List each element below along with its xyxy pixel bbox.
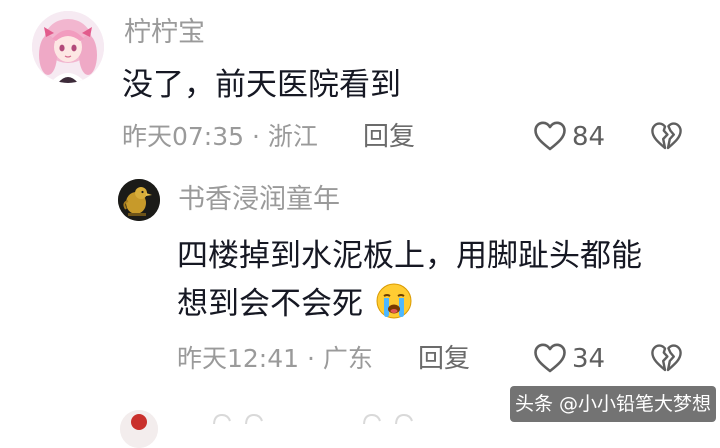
reply-time-location: 昨天12:41 · 广东 [177, 344, 373, 373]
like-count: 34 [572, 344, 606, 374]
reply-content-line2: 想到会不会死 [177, 280, 413, 334]
crying-face-emoji [375, 282, 413, 334]
partial-heart-row [356, 410, 446, 424]
broken-heart-icon[interactable] [650, 343, 682, 373]
heart-outline-icon[interactable] [533, 342, 567, 374]
avatar[interactable] [118, 179, 160, 221]
avatar-partial-image [120, 410, 158, 448]
like-count: 84 [572, 122, 606, 152]
reply-content-line1: 四楼掉到水泥板上，用脚趾头都能 [177, 238, 642, 274]
reply-button[interactable]: 回复 [418, 343, 470, 375]
avatar-anime-girl-image [32, 11, 104, 83]
partial-heart-row [206, 410, 296, 424]
comment-content: 没了，前天医院看到 [122, 67, 401, 103]
comment-time-location: 昨天07:35 · 浙江 [122, 122, 318, 151]
avatar[interactable] [32, 11, 104, 83]
avatar-bird-image [118, 179, 160, 221]
watermark: 头条 @小小铅笔大梦想 [510, 386, 716, 422]
reply-content-text: 想到会不会死 [177, 286, 363, 322]
reply-username[interactable]: 书香浸润童年 [178, 183, 340, 217]
comment-username[interactable]: 柠柠宝 [124, 16, 205, 50]
broken-heart-icon[interactable] [650, 121, 682, 151]
avatar[interactable] [120, 410, 158, 448]
heart-outline-icon[interactable] [533, 120, 567, 152]
reply-button[interactable]: 回复 [363, 121, 415, 153]
